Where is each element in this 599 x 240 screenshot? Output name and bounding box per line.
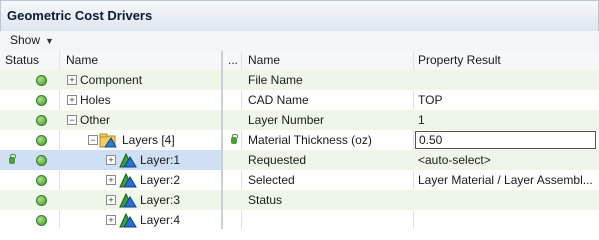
property-value: 1: [418, 113, 425, 127]
collapse-icon[interactable]: −: [67, 115, 77, 125]
tree-row-layers[interactable]: − Layers [4]: [0, 130, 221, 150]
show-label: Show: [10, 33, 41, 47]
property-row-cad-name[interactable]: CAD Name TOP: [223, 90, 599, 110]
property-header: ... Name Property Result: [223, 51, 599, 71]
property-row-selected[interactable]: Selected Layer Material / Layer Assembl.…: [223, 170, 599, 190]
toolbar: Show ▼: [0, 31, 599, 52]
property-name: Requested: [248, 153, 307, 167]
status-ok-icon: [36, 195, 47, 206]
property-name: Status: [248, 193, 283, 207]
status-ok-icon: [36, 75, 47, 86]
property-name: CAD Name: [248, 93, 309, 107]
property-row-file-name[interactable]: File Name: [223, 70, 599, 90]
property-row-material-thickness[interactable]: Material Thickness (oz) 0.50: [223, 130, 599, 150]
result-column-header[interactable]: Property Result: [418, 53, 501, 67]
panel-title: Geometric Cost Drivers: [7, 8, 153, 23]
material-thickness-input[interactable]: 0.50: [415, 131, 596, 149]
property-value: <auto-select>: [418, 153, 491, 167]
expand-icon[interactable]: +: [67, 95, 77, 105]
chevron-down-icon: ▼: [45, 36, 54, 46]
property-value: TOP: [418, 93, 443, 107]
tree-row-layer-4[interactable]: + Layer:4: [0, 210, 221, 230]
layers-folder-icon: [99, 133, 117, 148]
layer-icon: [119, 172, 137, 188]
lock-icon: [9, 154, 16, 164]
expand-icon[interactable]: +: [106, 195, 116, 205]
tree-label: Holes: [80, 93, 111, 107]
expand-icon[interactable]: +: [106, 215, 116, 225]
tree-header: Status Name: [0, 51, 221, 71]
tree-row-component[interactable]: + Component: [0, 70, 221, 90]
property-grid: ... Name Property Result File Name CAD N…: [223, 51, 599, 229]
tree-label: Layer:1: [140, 153, 181, 167]
status-ok-icon: [36, 95, 47, 106]
tree-label: Layer:3: [140, 193, 181, 207]
tree-row-layer-3[interactable]: + Layer:3: [0, 190, 221, 210]
property-value: Layer Material / Layer Assembl...: [418, 173, 593, 187]
expand-icon[interactable]: +: [106, 175, 116, 185]
status-ok-icon: [36, 115, 47, 126]
expand-icon[interactable]: +: [67, 75, 77, 85]
property-row-status[interactable]: Status: [223, 190, 599, 210]
tree-label: Layers [4]: [122, 133, 175, 147]
property-name: Layer Number: [248, 113, 325, 127]
tree-grid: Status Name + Component + Holes − Other …: [0, 51, 221, 229]
status-ok-icon: [36, 155, 47, 166]
more-column-header[interactable]: ...: [228, 53, 238, 67]
tree-label: Component: [80, 73, 143, 87]
tree-row-layer-1[interactable]: + Layer:1: [0, 150, 221, 170]
status-ok-icon: [36, 175, 47, 186]
lock-icon: [231, 134, 238, 144]
tree-row-other[interactable]: − Other: [0, 110, 221, 130]
show-menu-button[interactable]: Show ▼: [10, 33, 54, 47]
property-name: Material Thickness (oz): [248, 133, 372, 147]
tree-label: Other: [80, 113, 111, 127]
name-column-header[interactable]: Name: [66, 53, 98, 67]
tree-label: Layer:4: [140, 213, 181, 227]
panel-title-bar: Geometric Cost Drivers: [0, 0, 599, 32]
tree-row-layer-2[interactable]: + Layer:2: [0, 170, 221, 190]
status-ok-icon: [36, 215, 47, 226]
tree-row-holes[interactable]: + Holes: [0, 90, 221, 110]
name-column-header[interactable]: Name: [248, 53, 280, 67]
layer-icon: [119, 152, 137, 168]
status-column-header[interactable]: Status: [5, 53, 39, 67]
property-row-requested[interactable]: Requested <auto-select>: [223, 150, 599, 170]
status-ok-icon: [36, 135, 47, 146]
property-row-layer-number[interactable]: Layer Number 1: [223, 110, 599, 130]
property-name: Selected: [248, 173, 295, 187]
property-name: File Name: [248, 73, 303, 87]
collapse-icon[interactable]: −: [88, 135, 98, 145]
layer-icon: [119, 192, 137, 208]
layer-icon: [119, 212, 137, 228]
tree-label: Layer:2: [140, 173, 181, 187]
expand-icon[interactable]: +: [106, 155, 116, 165]
